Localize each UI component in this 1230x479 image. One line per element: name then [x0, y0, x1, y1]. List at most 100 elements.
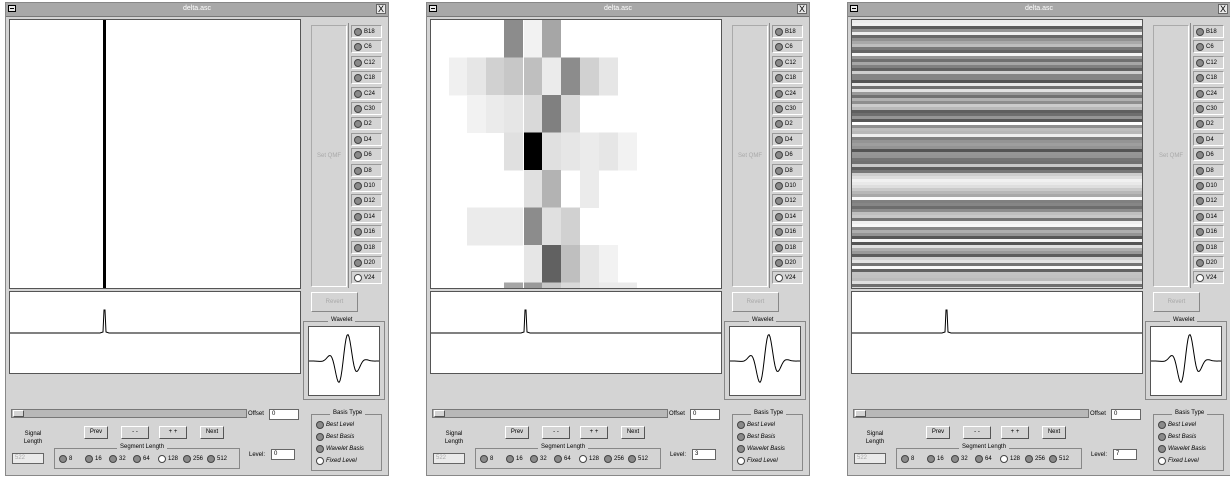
close-button[interactable]: X [797, 4, 807, 14]
filter-option-c6[interactable]: C6 [772, 40, 803, 54]
segment-option-label: 32 [961, 456, 968, 462]
filter-option-d14[interactable]: D14 [1193, 209, 1224, 223]
slider-thumb[interactable] [855, 410, 866, 417]
radio-led-icon [354, 74, 362, 83]
set-qmf-panel[interactable]: Set QMF [311, 25, 347, 287]
filter-option-d4[interactable]: D4 [351, 132, 382, 146]
filter-option-c6[interactable]: C6 [1193, 40, 1224, 54]
offset-input[interactable]: 0 [269, 409, 299, 420]
filter-list: B18 C6 C12 C18 C24 C30 D2 D4 D6 D8 D10 D12 D14 D16 D18… [348, 23, 385, 288]
filter-option-c24[interactable]: C24 [351, 86, 382, 100]
set-qmf-panel[interactable]: Set QMF [1153, 25, 1189, 287]
filter-option-c18[interactable]: C18 [1193, 71, 1224, 85]
basis-option-label: Best Basis [747, 434, 776, 440]
filter-option-b18[interactable]: B18 [351, 25, 382, 38]
filter-option-c24[interactable]: C24 [772, 86, 803, 100]
decrease-button[interactable]: - - [542, 426, 570, 439]
filter-option-d6[interactable]: D6 [351, 148, 382, 162]
level-input[interactable]: 3 [692, 449, 716, 460]
filter-option-d16[interactable]: D16 [1193, 225, 1224, 239]
wavelet-curve [730, 333, 800, 384]
filter-option-d8[interactable]: D8 [1193, 163, 1224, 177]
filter-option-d6[interactable]: D6 [1193, 148, 1224, 162]
prev-button[interactable]: Prev [926, 426, 950, 439]
filter-option-d18[interactable]: D18 [1193, 240, 1224, 254]
filter-option-d10[interactable]: D10 [1193, 179, 1224, 192]
increase-button[interactable]: + + [159, 426, 187, 439]
filter-option-c12[interactable]: C12 [772, 55, 803, 69]
close-button[interactable]: X [1218, 4, 1228, 14]
radio-dot-icon [59, 455, 67, 463]
offset-slider[interactable] [432, 409, 668, 418]
filter-option-d18[interactable]: D18 [351, 240, 382, 254]
filter-option-d20[interactable]: D20 [1193, 256, 1224, 269]
level-input[interactable]: 0 [271, 449, 295, 460]
level-label: Level: [1091, 452, 1108, 458]
coefficient-stripe [852, 56, 1142, 59]
prev-button[interactable]: Prev [84, 426, 108, 439]
filter-option-c6[interactable]: C6 [351, 40, 382, 54]
coefficient-stripe [852, 281, 1142, 284]
filter-option-d16[interactable]: D16 [772, 225, 803, 239]
coefficient-block [561, 207, 580, 246]
filter-option-d4[interactable]: D4 [772, 132, 803, 146]
filter-option-c18[interactable]: C18 [351, 71, 382, 85]
close-button[interactable]: X [376, 4, 386, 14]
slider-thumb[interactable] [434, 410, 445, 417]
filter-option-d8[interactable]: D8 [772, 163, 803, 177]
filter-option-c30[interactable]: C30 [772, 102, 803, 115]
filter-option-d16[interactable]: D16 [351, 225, 382, 239]
filter-option-b18[interactable]: B18 [1193, 25, 1224, 38]
filter-option-c18[interactable]: C18 [772, 71, 803, 85]
decrease-button[interactable]: - - [963, 426, 991, 439]
offset-slider[interactable] [11, 409, 247, 418]
offset-input[interactable]: 0 [690, 409, 720, 420]
decrease-button[interactable]: - - [121, 426, 149, 439]
filter-option-v24[interactable]: V24 [772, 271, 803, 285]
filter-option-d20[interactable]: D20 [772, 256, 803, 269]
coefficient-block [504, 132, 523, 171]
slider-thumb[interactable] [13, 410, 24, 417]
set-qmf-panel[interactable]: Set QMF [732, 25, 768, 287]
increase-button[interactable]: + + [1001, 426, 1029, 439]
filter-option-d2[interactable]: D2 [351, 117, 382, 131]
filter-option-d6[interactable]: D6 [772, 148, 803, 162]
level-input[interactable]: 7 [1113, 449, 1137, 460]
radio-led-icon [354, 243, 362, 252]
filter-option-d10[interactable]: D10 [772, 179, 803, 192]
filter-option-c30[interactable]: C30 [1193, 102, 1224, 115]
filter-option-v24[interactable]: V24 [351, 271, 382, 285]
revert-button[interactable]: Revert [732, 292, 779, 312]
filter-option-d10[interactable]: D10 [351, 179, 382, 192]
filter-label: D2 [1206, 121, 1214, 128]
filter-option-d12[interactable]: D12 [1193, 194, 1224, 208]
filter-option-d12[interactable]: D12 [351, 194, 382, 208]
filter-option-c30[interactable]: C30 [351, 102, 382, 115]
filter-option-d18[interactable]: D18 [772, 240, 803, 254]
wavelet-box [729, 326, 801, 396]
increase-button[interactable]: + + [580, 426, 608, 439]
filter-option-c24[interactable]: C24 [1193, 86, 1224, 100]
coefficient-stripe [852, 227, 1142, 230]
next-button[interactable]: Next [200, 426, 224, 439]
filter-option-d14[interactable]: D14 [351, 209, 382, 223]
filter-option-d20[interactable]: D20 [351, 256, 382, 269]
filter-option-d8[interactable]: D8 [351, 163, 382, 177]
filter-option-d4[interactable]: D4 [1193, 132, 1224, 146]
filter-option-d2[interactable]: D2 [772, 117, 803, 131]
filter-option-c12[interactable]: C12 [1193, 55, 1224, 69]
next-button[interactable]: Next [1042, 426, 1066, 439]
next-button[interactable]: Next [621, 426, 645, 439]
filter-option-b18[interactable]: B18 [772, 25, 803, 38]
filter-option-c12[interactable]: C12 [351, 55, 382, 69]
filter-option-d12[interactable]: D12 [772, 194, 803, 208]
coefficient-block [599, 282, 618, 288]
revert-button[interactable]: Revert [311, 292, 358, 312]
offset-slider[interactable] [853, 409, 1089, 418]
filter-option-v24[interactable]: V24 [1193, 271, 1224, 285]
filter-option-d14[interactable]: D14 [772, 209, 803, 223]
prev-button[interactable]: Prev [505, 426, 529, 439]
filter-option-d2[interactable]: D2 [1193, 117, 1224, 131]
offset-input[interactable]: 0 [1111, 409, 1141, 420]
revert-button[interactable]: Revert [1153, 292, 1200, 312]
